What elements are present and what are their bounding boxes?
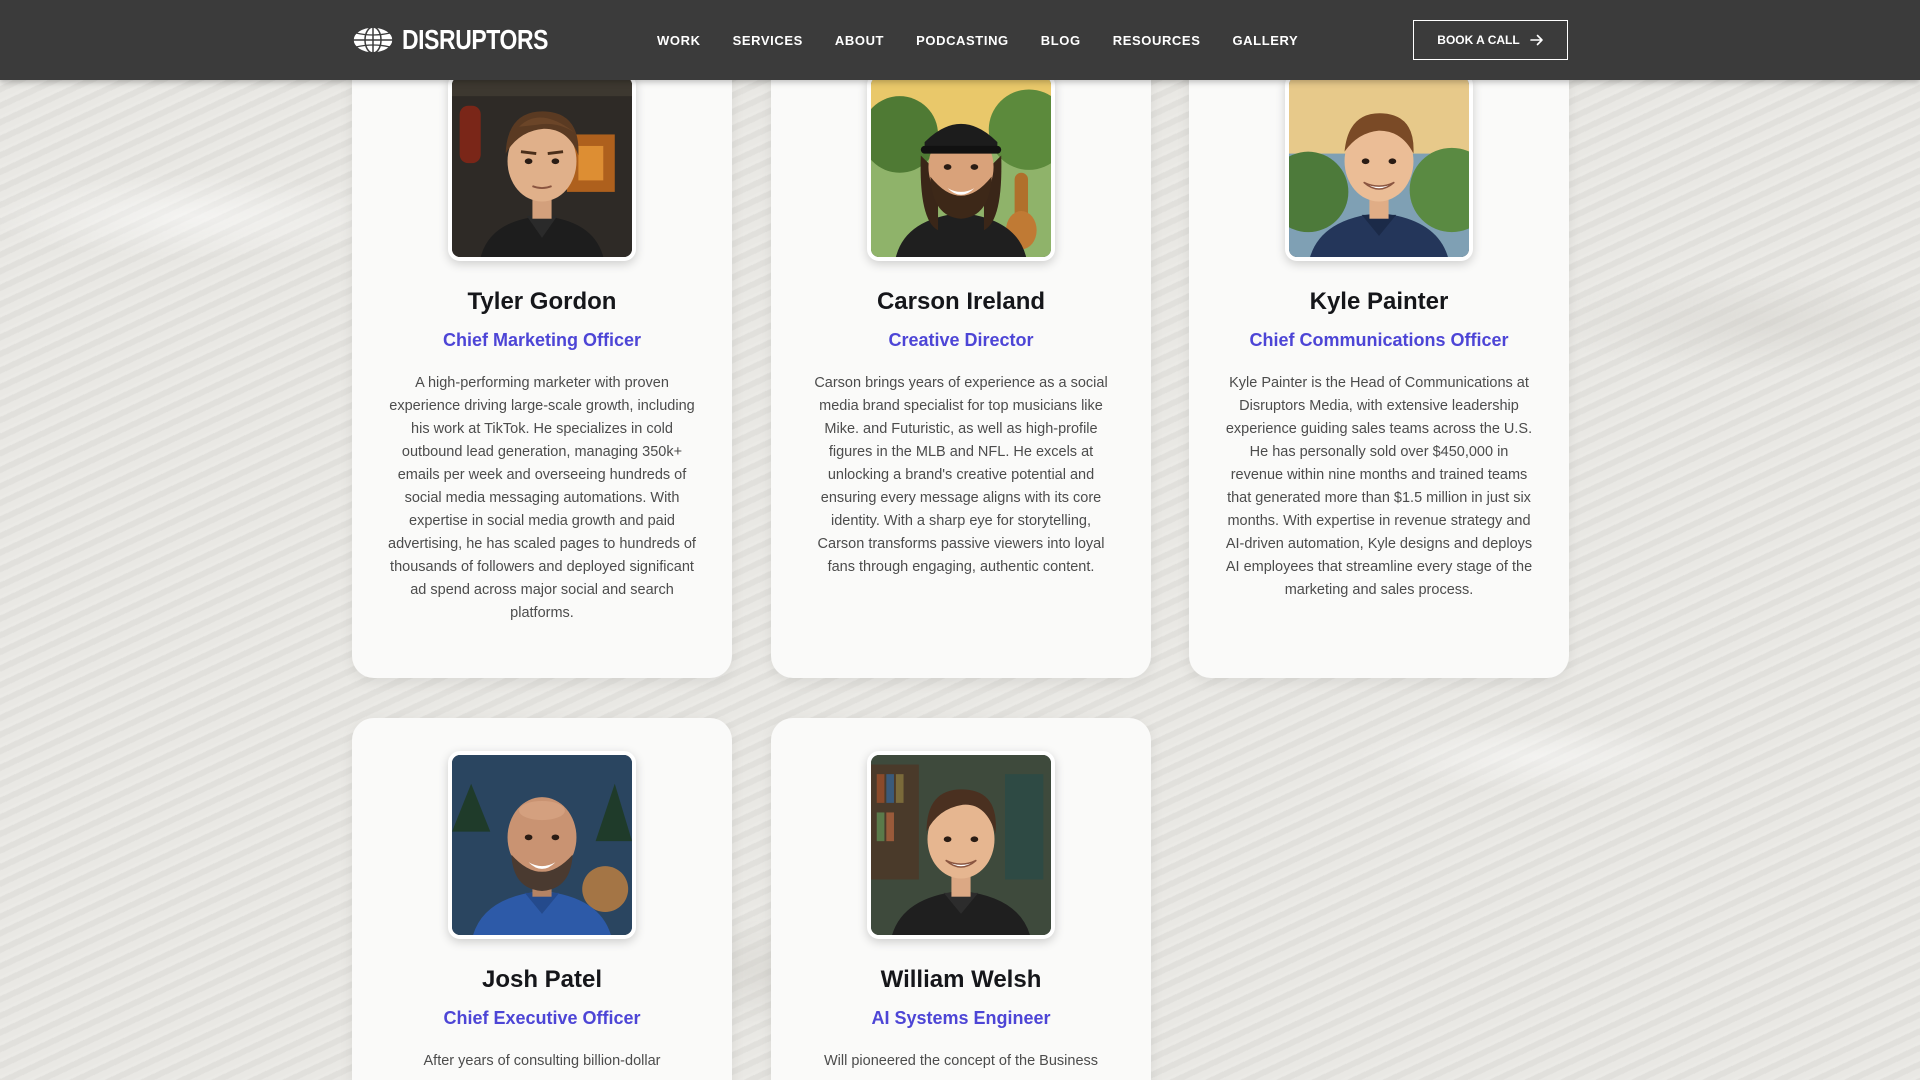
nav-link-work[interactable]: WORK <box>657 33 701 48</box>
team-card: Josh Patel Chief Executive Officer After… <box>352 718 732 1080</box>
nav-link-services[interactable]: SERVICES <box>733 33 803 48</box>
book-a-call-label: BOOK A CALL <box>1437 33 1520 47</box>
arrow-right-icon <box>1529 34 1543 46</box>
member-bio: Will pioneered the concept of the Busine… <box>823 1053 1099 1069</box>
member-name: Carson Ireland <box>876 288 1046 315</box>
portrait-image <box>452 755 632 935</box>
member-bio: After years of consulting billion-dollar <box>423 1053 661 1069</box>
member-bio: Kyle Painter is the Head of Communicatio… <box>1225 375 1533 598</box>
avatar <box>867 73 1055 261</box>
team-card: Kyle Painter Chief Communications Office… <box>1189 40 1569 678</box>
main-nav: WORK SERVICES ABOUT PODCASTING BLOG RESO… <box>657 0 1330 80</box>
top-navbar: DISRUPTORS WORK SERVICES ABOUT PODCASTIN… <box>0 0 1920 80</box>
member-role: AI Systems Engineer <box>871 1008 1051 1028</box>
nav-link-about[interactable]: ABOUT <box>835 33 884 48</box>
avatar <box>1285 73 1473 261</box>
member-name: Josh Patel <box>481 966 603 993</box>
member-bio: A high-performing marketer with proven e… <box>388 375 696 621</box>
logo-wordmark: DISRUPTORS <box>402 24 549 55</box>
portrait-image <box>871 77 1051 257</box>
nav-link-blog[interactable]: BLOG <box>1041 33 1081 48</box>
nav-link-gallery[interactable]: GALLERY <box>1232 33 1298 48</box>
portrait-image <box>1289 77 1469 257</box>
portrait-image <box>871 755 1051 935</box>
member-name: William Welsh <box>880 966 1042 993</box>
member-role: Chief Marketing Officer <box>442 330 642 350</box>
portrait-image <box>452 77 632 257</box>
member-role: Creative Director <box>888 330 1034 350</box>
avatar <box>448 73 636 261</box>
book-a-call-button[interactable]: BOOK A CALL <box>1413 20 1568 60</box>
team-card: Carson Ireland Creative Director Carson … <box>771 40 1151 678</box>
nav-link-resources[interactable]: RESOURCES <box>1113 33 1201 48</box>
avatar <box>448 751 636 939</box>
member-bio: Carson brings years of experience as a s… <box>814 375 1108 575</box>
member-name: Tyler Gordon <box>467 288 617 315</box>
member-role: Chief Communications Officer <box>1249 330 1509 350</box>
team-card: Tyler Gordon Chief Marketing Officer A h… <box>352 40 732 678</box>
team-card: William Welsh AI Systems Engineer Will p… <box>771 718 1151 1080</box>
globe-icon <box>352 26 394 54</box>
site-logo[interactable]: DISRUPTORS <box>352 24 580 56</box>
member-name: Kyle Painter <box>1309 288 1449 315</box>
member-role: Chief Executive Officer <box>443 1008 641 1028</box>
avatar <box>867 751 1055 939</box>
nav-link-podcasting[interactable]: PODCASTING <box>916 33 1009 48</box>
